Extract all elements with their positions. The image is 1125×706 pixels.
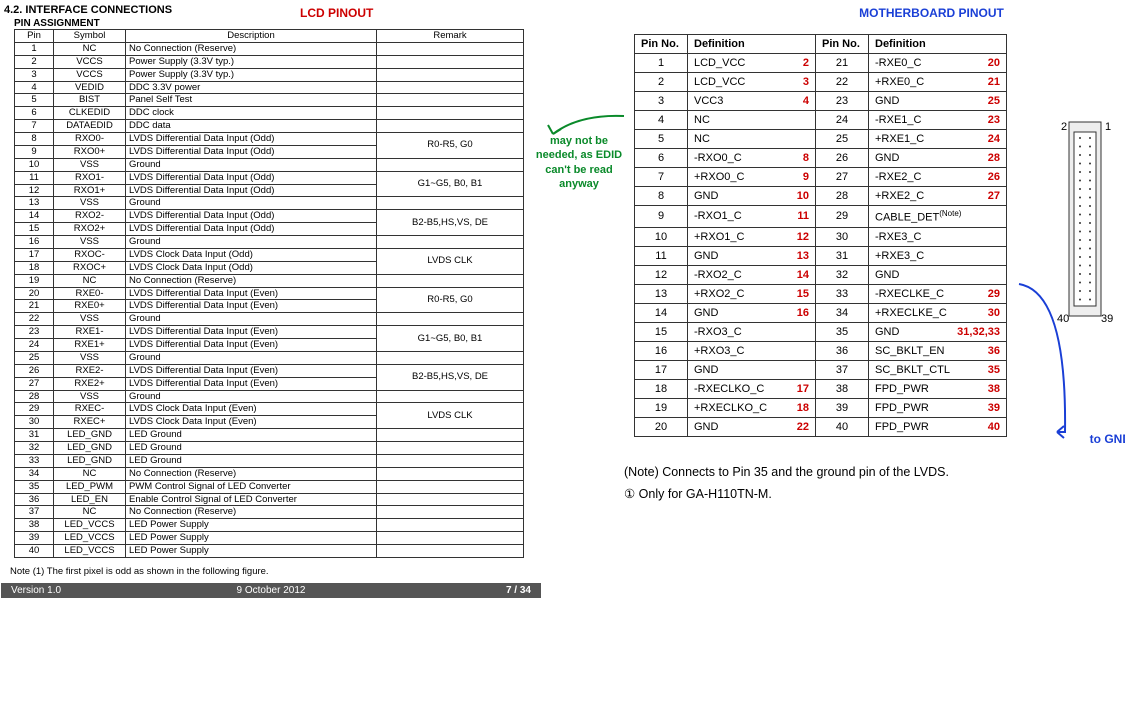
- table-row: 2LCD_VCC322+RXE0_C21: [635, 73, 1007, 92]
- lcd-th-pin: Pin: [15, 30, 54, 43]
- table-row: 4NC24-RXE1_C23: [635, 111, 1007, 130]
- table-row: 31LED_GNDLED Ground: [15, 429, 524, 442]
- table-row: 16VSSGround: [15, 236, 524, 249]
- table-row: 7DATAEDIDDDC data: [15, 120, 524, 133]
- table-row: 1LCD_VCC221-RXE0_C20: [635, 54, 1007, 73]
- table-row: 4VEDIDDDC 3.3V power: [15, 81, 524, 94]
- mb-th-def2: Definition: [869, 35, 1007, 54]
- table-row: 8RXO0-LVDS Differential Data Input (Odd)…: [15, 133, 524, 146]
- table-row: 33LED_GNDLED Ground: [15, 454, 524, 467]
- table-row: 2VCCSPower Supply (3.3V typ.): [15, 55, 524, 68]
- table-row: 17RXOC-LVDS Clock Data Input (Odd)LVDS C…: [15, 248, 524, 261]
- table-row: 11RXO1-LVDS Differential Data Input (Odd…: [15, 171, 524, 184]
- connector-diagram: 2 1 40 39: [1055, 114, 1115, 327]
- table-row: 34NCNo Connection (Reserve): [15, 467, 524, 480]
- table-row: 12-RXO2_C1432GND: [635, 265, 1007, 284]
- table-row: 7+RXO0_C927-RXE2_C26: [635, 168, 1007, 187]
- table-row: 39LED_VCCSLED Power Supply: [15, 532, 524, 545]
- table-row: 36LED_ENEnable Control Signal of LED Con…: [15, 493, 524, 506]
- pin-assignment-label: PIN ASSIGNMENT: [14, 18, 544, 29]
- conn-pin39: 39: [1101, 313, 1113, 324]
- mb-note-line1: (Note) Connects to Pin 35 and the ground…: [624, 461, 1125, 484]
- conn-pin2: 2: [1061, 121, 1067, 133]
- lcd-th-remark: Remark: [377, 30, 524, 43]
- table-row: 20GND2240FPD_PWR40: [635, 417, 1007, 436]
- table-row: 11GND1331+RXE3_C: [635, 246, 1007, 265]
- to-gnd-label: to GND: [1090, 432, 1125, 446]
- lcd-pinout-title: LCD PINOUT: [300, 6, 373, 20]
- table-row: 14GND1634+RXECLKE_C30: [635, 303, 1007, 322]
- motherboard-table: Pin No. Definition Pin No. Definition 1L…: [634, 34, 1007, 437]
- footer-version: Version 1.0: [11, 585, 184, 596]
- table-row: 5BISTPanel Self Test: [15, 94, 524, 107]
- section-title: 4.2. INTERFACE CONNECTIONS: [4, 4, 544, 16]
- mb-th-def1: Definition: [688, 35, 816, 54]
- table-row: 16+RXO3_C36SC_BKLT_EN36: [635, 341, 1007, 360]
- lcd-th-symbol: Symbol: [54, 30, 126, 43]
- table-row: 17GND37SC_BKLT_CTL35: [635, 360, 1007, 379]
- table-row: 25VSSGround: [15, 351, 524, 364]
- footer-date: 9 October 2012: [184, 585, 357, 596]
- table-row: 18-RXECLKO_C1738FPD_PWR38: [635, 379, 1007, 398]
- mb-notes: (Note) Connects to Pin 35 and the ground…: [624, 461, 1125, 506]
- table-row: 40LED_VCCSLED Power Supply: [15, 545, 524, 558]
- table-row: 22VSSGround: [15, 313, 524, 326]
- table-row: 15-RXO3_C35GND31,32,33: [635, 322, 1007, 341]
- table-row: 23RXE1-LVDS Differential Data Input (Eve…: [15, 326, 524, 339]
- table-row: 8GND1028+RXE2_C27: [635, 187, 1007, 206]
- lcd-th-desc: Description: [126, 30, 377, 43]
- table-row: 19+RXECLKO_C1839FPD_PWR39: [635, 398, 1007, 417]
- table-row: 3VCC3423GND25: [635, 92, 1007, 111]
- table-row: 13+RXO2_C1533-RXECLKE_C29: [635, 284, 1007, 303]
- table-row: 14RXO2-LVDS Differential Data Input (Odd…: [15, 210, 524, 223]
- conn-pin40: 40: [1057, 313, 1069, 324]
- table-row: 10+RXO1_C1230-RXE3_C: [635, 227, 1007, 246]
- table-row: 32LED_GNDLED Ground: [15, 442, 524, 455]
- lcd-table: Pin Symbol Description Remark 1NCNo Conn…: [14, 29, 524, 558]
- table-row: 6-RXO0_C826GND28: [635, 149, 1007, 168]
- table-row: 9-RXO1_C1129CABLE_DET(Note): [635, 206, 1007, 228]
- green-note: may not be needed, as EDID can't be read…: [534, 134, 624, 191]
- note1: Note (1) The first pixel is odd as shown…: [10, 566, 544, 577]
- table-row: 1NCNo Connection (Reserve): [15, 42, 524, 55]
- table-row: 13VSSGround: [15, 197, 524, 210]
- table-row: 28VSSGround: [15, 390, 524, 403]
- table-row: 5NC25+RXE1_C24: [635, 130, 1007, 149]
- table-row: 19NCNo Connection (Reserve): [15, 274, 524, 287]
- table-row: 3VCCSPower Supply (3.3V typ.): [15, 68, 524, 81]
- table-row: 37NCNo Connection (Reserve): [15, 506, 524, 519]
- table-row: 38LED_VCCSLED Power Supply: [15, 519, 524, 532]
- footer-page: 7 / 34: [358, 585, 531, 596]
- table-row: 26RXE2-LVDS Differential Data Input (Eve…: [15, 364, 524, 377]
- mb-th-pin1: Pin No.: [635, 35, 688, 54]
- table-row: 6CLKEDIDDDC clock: [15, 107, 524, 120]
- table-row: 35LED_PWMPWM Control Signal of LED Conve…: [15, 480, 524, 493]
- table-row: 20RXE0-LVDS Differential Data Input (Eve…: [15, 287, 524, 300]
- table-row: 29RXEC-LVDS Clock Data Input (Even)LVDS …: [15, 403, 524, 416]
- mb-th-pin2: Pin No.: [816, 35, 869, 54]
- conn-pin1: 1: [1105, 121, 1111, 133]
- footer: Version 1.0 9 October 2012 7 / 34: [1, 583, 541, 598]
- mb-note-line2: ① Only for GA-H110TN-M.: [624, 483, 1125, 506]
- table-row: 10VSSGround: [15, 158, 524, 171]
- motherboard-pinout-title: MOTHERBOARD PINOUT: [734, 6, 1125, 20]
